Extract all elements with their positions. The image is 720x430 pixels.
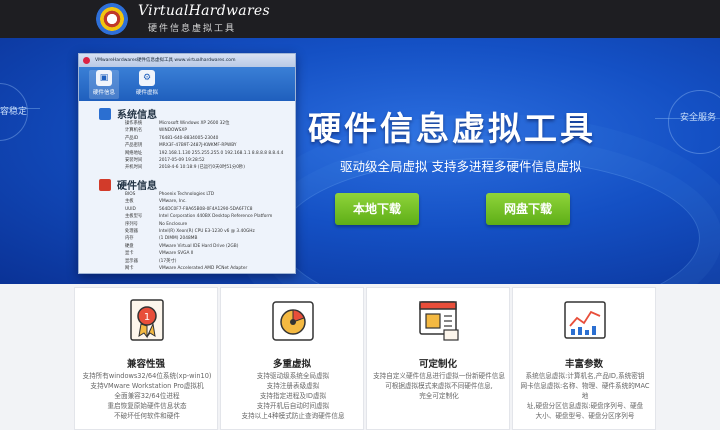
top-header: VirtualHardwares 硬件信息虚拟工具	[0, 0, 720, 38]
hardware-info-icon	[99, 179, 111, 191]
hardware-info-list: BIOS Phoenix Technologies LTD 主板 VMware, I…	[125, 191, 272, 272]
local-download-button[interactable]: 本地下载	[335, 193, 419, 225]
feature-card-compat: 1 兼容性强 支持所有windows32/64位系统(xp-win10) 支持VM…	[74, 287, 218, 430]
kv-row: 安装时间 2017-05-09 19:28:52	[125, 158, 205, 164]
kv-row: BIOS Phoenix Technologies LTD	[125, 192, 215, 197]
compat-icon: 1	[130, 299, 164, 341]
app-window-preview: VMwareHardwares硬件信息虚拟工具 www.virtualhardw…	[78, 53, 296, 274]
customize-icon	[419, 301, 459, 341]
kv-row: 显卡 VMware SVGA II	[125, 251, 194, 257]
tab-label: 硬件信息	[92, 90, 115, 96]
app-window-body: 系统信息 操作系统 Microsoft Windows XP 2600 32位 计…	[79, 101, 295, 273]
params-icon	[564, 301, 606, 339]
tab-label: 硬件虚拟	[135, 90, 158, 96]
tab-hardware-virtual[interactable]: ⚙ 硬件虚拟	[132, 70, 162, 96]
netdisk-download-button[interactable]: 网盘下载	[486, 193, 570, 225]
multi-virtual-icon	[272, 301, 314, 341]
feature-title: 丰富参数	[564, 359, 603, 370]
kv-row: 网络地址 192.168.1.130 255.255.255.0 192.168.…	[125, 150, 284, 156]
kv-row: 主板 VMware, Inc.	[125, 199, 187, 205]
kv-row: 产品ID 76481-640-8834005-23040	[125, 135, 219, 141]
kv-row: 内存 (1 DIMM) 2048MB	[125, 236, 198, 242]
hardware-info-heading: 硬件信息	[117, 181, 157, 192]
feature-desc: 系统信息虚拟:计算机名,产品ID,系统密钥 网卡信息虚拟:名称、物理、硬件系统的M…	[520, 372, 650, 420]
kv-row: 产品密钥 MRX3F-47B9T-2487J-KWKMF-RPWBY	[125, 143, 237, 149]
app-window-titlebar: VMwareHardwares硬件信息虚拟工具 www.virtualhardw…	[79, 54, 295, 67]
hero-headline: 硬件信息虚拟工具	[308, 109, 596, 148]
right-side-tag: 安全服务	[680, 113, 717, 123]
kv-row: 序列号 No Enclosure	[125, 221, 188, 227]
svg-text:1: 1	[144, 312, 150, 323]
kv-row: 主板型号 Intel Corporation 440BX Desktop Refe…	[125, 214, 273, 220]
feature-section: 1 兼容性强 支持所有windows32/64位系统(xp-win10) 支持VM…	[0, 284, 720, 430]
kv-row: 计算机名 WINDOWSXP	[125, 128, 187, 134]
gear-icon: ⚙	[139, 70, 155, 86]
logo-subtitle: 硬件信息虚拟工具	[148, 24, 237, 34]
app-window-title: VMwareHardwares硬件信息虚拟工具 www.virtualhardw…	[95, 58, 236, 63]
feature-title: 多重虚拟	[272, 359, 311, 370]
hero-banner: 容稳定 安全服务 VMwareHardwares硬件信息虚拟工具 www.vir…	[0, 38, 720, 284]
kv-row: UUID 564DC0F7-F8A65B08-0F4A1290-5DA6F7C8	[125, 206, 253, 212]
feature-desc: 支持自定义硬件信息进行虚拟一份新硬件信息 可根据虚拟模式来虚拟不同硬件信息, 完全可…	[373, 372, 505, 400]
feature-desc: 支持驱动级系统全局虚拟 支持注册表级虚拟 支持指定进程及ID虚拟 支持开机后自动时间虚…	[241, 372, 345, 420]
app-window-toolbar: ▣ 硬件信息 ⚙ 硬件虚拟	[79, 67, 295, 101]
logo-icon[interactable]	[96, 3, 128, 35]
hero-subline: 驱动级全局虚拟 支持多进程多硬件信息虚拟	[340, 159, 582, 174]
system-info-icon	[99, 108, 111, 120]
kv-row: 网卡 VMware Accelerated AMD PCNet Adapter	[125, 266, 248, 272]
feature-title: 可定制化	[418, 359, 457, 370]
kv-row: 硬盘 VMware Virtual IDE Hard Drive (2GB)	[125, 243, 239, 249]
system-info-list: 操作系统 Microsoft Windows XP 2600 32位 计算机名 WI…	[125, 120, 283, 172]
kv-row: 显示器 (17英寸)	[125, 258, 177, 264]
feature-card-customize: 可定制化 支持自定义硬件信息进行虚拟一份新硬件信息 可根据虚拟模式来虚拟不同硬件信…	[366, 287, 510, 430]
feature-card-multi-virtual: 多重虚拟 支持驱动级系统全局虚拟 支持注册表级虚拟 支持指定进程及ID虚拟 支持开机后…	[220, 287, 364, 430]
feature-desc: 支持所有windows32/64位系统(xp-win10) 支持VMware Wo…	[82, 372, 212, 420]
app-logo-icon	[83, 57, 90, 64]
monitor-icon: ▣	[96, 70, 112, 86]
system-info-heading: 系统信息	[117, 110, 157, 121]
logo-title[interactable]: VirtualHardwares	[138, 3, 270, 19]
left-side-tag: 容稳定	[0, 107, 28, 117]
kv-row: 开机时间 2018-4-6 10:18:9 (已运行0天0时51分0秒)	[125, 165, 245, 171]
kv-row: 操作系统 Microsoft Windows XP 2600 32位	[125, 121, 230, 126]
kv-row: 处理器 Intel(R) Xeon(R) CPU E3-1230 v6 @ 3.4…	[125, 229, 255, 235]
feature-card-params: 丰富参数 系统信息虚拟:计算机名,产品ID,系统密钥 网卡信息虚拟:名称、物理、硬…	[512, 287, 656, 430]
tab-hardware-info[interactable]: ▣ 硬件信息	[89, 70, 119, 99]
feature-title: 兼容性强	[126, 359, 165, 370]
